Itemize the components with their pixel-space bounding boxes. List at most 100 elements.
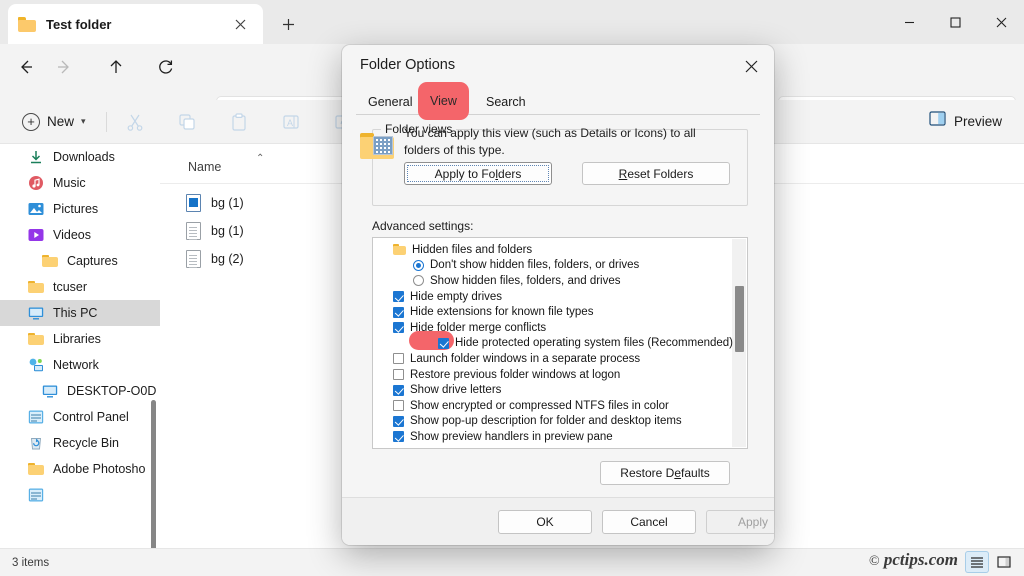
svg-text:A: A [287,118,293,128]
setting-row[interactable]: Restore previous folder windows at logon [373,367,733,383]
title-bar: Test folder [0,0,1024,44]
list-item[interactable]: bg (1) [186,194,244,212]
paste-icon[interactable] [221,106,257,138]
setting-row[interactable]: Hide protected operating system files (R… [373,336,733,352]
setting-row[interactable]: Don't show hidden files, folders, or dri… [373,258,733,274]
details-view-icon[interactable] [965,551,989,573]
navigation-pane: DownloadsMusicPicturesVideos Captures tcus… [0,144,160,548]
close-icon[interactable] [978,0,1024,44]
sidebar-scrollbar[interactable] [151,400,156,548]
setting-row[interactable]: Show encrypted or compressed NTFS files … [373,398,733,414]
refresh-button[interactable] [150,51,182,83]
setting-label: Show hidden files, folders, and drives [430,275,621,287]
cancel-button-label: Cancel [630,515,667,529]
file-name: bg (1) [211,196,244,210]
status-bar: 3 items © pctips.com [0,548,1024,576]
sidebar-item-this-pc[interactable]: This PC [0,300,160,326]
maximize-icon[interactable] [932,0,978,44]
preview-button-label: Preview [954,114,1002,129]
sidebar-item-label: Control Panel [53,410,129,424]
sidebar-item-libraries[interactable]: Libraries [0,326,160,352]
setting-row[interactable]: Show preview handlers in preview pane [373,429,733,445]
up-button[interactable] [100,51,132,83]
column-header-name[interactable]: Name [188,160,221,174]
radio-button[interactable] [413,260,424,271]
dialog-title: Folder Options [360,57,455,73]
checkbox[interactable] [393,385,404,396]
restore-defaults-label: Restore D [620,466,674,480]
checkbox[interactable] [393,416,404,427]
advanced-settings-listbox[interactable]: Hidden files and foldersDon't show hidde… [372,237,748,449]
watermark-text: pctips.com [884,550,958,569]
tab-search-label: Search [486,95,526,109]
tab-close-icon[interactable] [227,11,253,37]
sidebar-item-music[interactable]: Music [0,170,160,196]
checkbox[interactable] [438,338,449,349]
minimize-icon[interactable] [886,0,932,44]
tab-test-folder[interactable]: Test folder [8,4,263,44]
reset-rest: eset Folders [627,167,693,181]
chevron-down-icon: ▾ [81,116,86,127]
setting-row[interactable]: Hidden files and folders [373,242,733,258]
preview-pane-view-icon[interactable] [992,551,1016,573]
setting-row[interactable]: Hide empty drives [373,289,733,305]
back-button[interactable] [10,51,42,83]
new-button[interactable]: + New ▾ [12,108,96,136]
tab-general[interactable]: General [356,89,424,115]
ok-button[interactable]: OK [498,510,592,534]
folder-icon [28,461,44,477]
sidebar-item-adobe-photosho[interactable]: Adobe Photosho [0,456,160,482]
checkbox[interactable] [393,431,404,442]
sidebar-item-downloads[interactable]: Downloads [0,144,160,170]
apply-to-folders-button[interactable]: Apply to Folders [404,162,552,185]
restore-defaults-button[interactable]: Restore Defaults [600,461,730,485]
checkbox[interactable] [393,322,404,333]
sidebar-item-desktop-o0d[interactable]: DESKTOP-O0D [0,378,160,404]
list-item[interactable]: bg (2) [186,250,244,268]
setting-row[interactable]: Show drive letters [373,382,733,398]
checkbox[interactable] [393,291,404,302]
tab-search[interactable]: Search [474,89,538,115]
sidebar-item-label: Captures [67,254,118,268]
sidebar-item-tcuser[interactable]: tcuser [0,274,160,300]
rename-icon[interactable]: A [273,106,309,138]
sidebar-item-label: Adobe Photosho [53,462,145,476]
forward-button[interactable] [48,51,80,83]
sidebar-item-unnamed-13[interactable] [0,482,160,508]
sidebar-item-label: Network [53,358,99,372]
sidebar-item-captures[interactable]: Captures [0,248,160,274]
cancel-button[interactable]: Cancel [602,510,696,534]
setting-label: Show pop-up description for folder and d… [410,415,682,427]
view-toggles [965,551,1016,573]
sidebar-item-control-panel[interactable]: Control Panel [0,404,160,430]
folder-view-icon [360,131,394,159]
watermark: © pctips.com [869,550,958,570]
sidebar-item-videos[interactable]: Videos [0,222,160,248]
list-item[interactable]: bg (1) [186,222,244,240]
setting-row[interactable]: Hide extensions for known file types [373,304,733,320]
folder-icon [18,17,36,32]
cut-icon[interactable] [117,106,153,138]
checkbox[interactable] [393,307,404,318]
sidebar-item-label: Recycle Bin [53,436,119,450]
folder-icon [393,244,406,255]
sidebar-item-network[interactable]: Network [0,352,160,378]
checkbox[interactable] [393,369,404,380]
sidebar-item-pictures[interactable]: Pictures [0,196,160,222]
dialog-close-icon[interactable] [734,51,768,81]
checkbox[interactable] [393,353,404,364]
control-panel-icon [28,409,44,425]
new-tab-button[interactable] [274,10,302,38]
copy-icon[interactable] [169,106,205,138]
preview-button[interactable]: Preview [921,106,1010,136]
listbox-scrollbar-thumb[interactable] [735,286,744,352]
radio-button[interactable] [413,275,424,286]
setting-row[interactable]: Show pop-up description for folder and d… [373,414,733,430]
setting-row[interactable]: Show hidden files, folders, and drives [373,273,733,289]
sidebar-item-recycle-bin[interactable]: Recycle Bin [0,430,160,456]
reset-folders-button[interactable]: Reset Folders [582,162,730,185]
apply-to-folders-label: Apply to Fo [435,167,496,181]
divider [106,112,107,132]
checkbox[interactable] [393,400,404,411]
setting-row[interactable]: Launch folder windows in a separate proc… [373,351,733,367]
